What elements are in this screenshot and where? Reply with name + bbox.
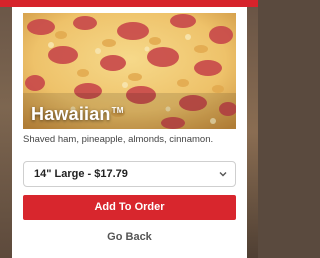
product-title: HawaiianTM <box>31 104 124 124</box>
top-bar <box>0 0 258 7</box>
product-image: HawaiianTM <box>23 13 236 129</box>
chevron-down-icon <box>219 172 227 177</box>
go-back-button[interactable]: Go Back <box>23 227 236 247</box>
product-description: Shaved ham, pineapple, almonds, cinnamon… <box>23 134 214 145</box>
add-to-order-button[interactable]: Add To Order <box>23 195 236 220</box>
trademark-mark: TM <box>111 106 124 115</box>
background-photo-right <box>247 7 258 258</box>
background-photo-left <box>0 7 12 258</box>
size-select[interactable]: 14" Large - $17.79 <box>23 161 236 187</box>
size-select-value: 14" Large - $17.79 <box>34 168 128 180</box>
product-modal: HawaiianTM Shaved ham, pineapple, almond… <box>12 7 247 258</box>
